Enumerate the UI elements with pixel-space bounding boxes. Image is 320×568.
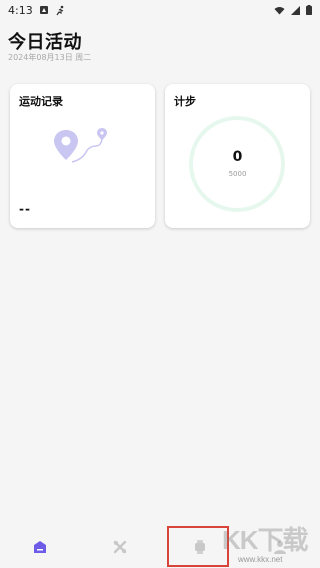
watermark-url: www.kkx.net: [238, 555, 283, 564]
nav-sport[interactable]: [100, 528, 140, 568]
highlight-box: [167, 526, 229, 567]
steps-goal: 5000: [228, 170, 247, 178]
activity-value: --: [19, 202, 31, 216]
watermark-logo: KK下载: [222, 525, 309, 555]
home-icon: [33, 539, 47, 558]
notification-icon: [39, 5, 49, 15]
steps-progress-ring: [187, 114, 287, 218]
activity-icon: [55, 5, 66, 16]
steps-card[interactable]: 计步 0 5000: [165, 84, 310, 228]
status-time: 4:13: [8, 3, 33, 17]
signal-icon: [291, 5, 300, 15]
battery-icon: [306, 5, 312, 15]
steps-count: 0: [232, 149, 243, 165]
steps-card-title: 计步: [174, 95, 196, 108]
location-route-icon: [52, 126, 116, 174]
activity-record-card[interactable]: 运动记录 --: [10, 84, 155, 228]
activity-card-title: 运动记录: [19, 95, 63, 108]
date-label: 2024年08月13日 周二: [8, 53, 92, 62]
page-title: 今日活动: [8, 32, 82, 53]
wifi-icon: [274, 6, 285, 15]
status-bar: 4:13: [0, 0, 320, 20]
nav-home[interactable]: [20, 528, 60, 568]
sport-icon: [113, 539, 127, 558]
